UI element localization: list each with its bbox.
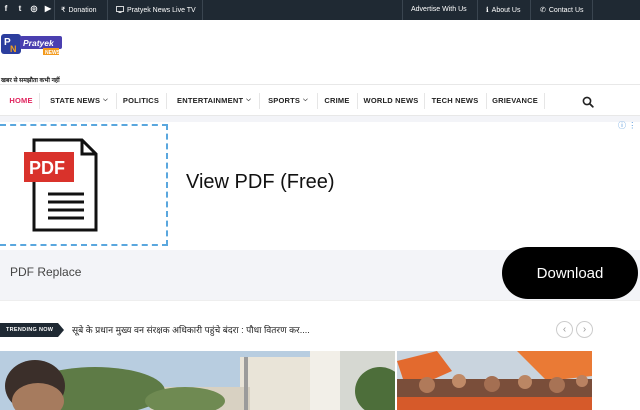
divider [107, 0, 108, 20]
divider [259, 93, 260, 109]
contact-link[interactable]: ✆ Contact Us [540, 6, 584, 15]
svg-text:N: N [10, 44, 17, 54]
pdf-file-icon: PDF [24, 138, 98, 232]
social-links: f t ◎ ▶ [2, 4, 52, 14]
contact-label: Contact Us [548, 6, 584, 14]
featured-photos [0, 350, 640, 410]
about-link[interactable]: ℹ About Us [486, 6, 521, 15]
phone-icon: ✆ [540, 7, 546, 14]
chevron-down-icon: ⌵ [103, 97, 108, 103]
rupee-icon: ₹ [61, 7, 66, 14]
nav-home[interactable]: HOME [8, 85, 34, 116]
instagram-icon[interactable]: ◎ [30, 4, 38, 14]
nav-politics-label: POLITICS [122, 96, 160, 105]
donation-label: Donation [68, 6, 97, 14]
nav-tech-news-label: TECH NEWS [431, 96, 479, 105]
divider [116, 93, 117, 109]
nav-politics[interactable]: POLITICS [123, 85, 159, 116]
divider [424, 93, 425, 109]
search-icon[interactable] [582, 95, 594, 108]
trending-badge: TRENDING NOW [0, 323, 64, 337]
site-logo[interactable]: P N Pratyek NEWS [1, 34, 73, 58]
divider [402, 0, 403, 20]
pdf-preview-box: PDF [0, 124, 168, 246]
header: P N Pratyek NEWS खबर से समझौता कभी नहीं [0, 20, 640, 84]
nav-home-label: HOME [9, 96, 33, 105]
live-tv-link[interactable]: Pratyek News Live TV [116, 6, 196, 15]
youtube-icon[interactable]: ▶ [44, 4, 52, 14]
nav-grievance[interactable]: GRIEVANCE [492, 85, 538, 116]
divider [357, 93, 358, 109]
divider [317, 93, 318, 109]
download-button[interactable]: Download [502, 247, 638, 299]
donation-link[interactable]: ₹ Donation [61, 6, 97, 15]
info-icon: ℹ [486, 7, 489, 14]
divider [166, 93, 167, 109]
divider [592, 0, 593, 20]
divider [530, 0, 531, 20]
nav-world-news[interactable]: WORLD NEWS [363, 85, 419, 116]
chevron-down-icon: ⌵ [303, 97, 308, 103]
nav-world-news-label: WORLD NEWS [363, 96, 419, 105]
trending-headline[interactable]: सूबे के प्रधान मुख्य वन संरक्षक अधिकारी … [72, 323, 310, 336]
main-nav: HOME STATE NEWS ⌵ POLITICS ENTERTAINMENT ⌵… [0, 84, 640, 116]
divider [477, 0, 478, 20]
ad-title: View PDF (Free) [186, 171, 335, 193]
top-bar: f t ◎ ▶ ₹ Donation Pratyek News Live TV … [0, 0, 640, 20]
featured-image-2[interactable] [397, 351, 592, 410]
nav-entertainment-label: ENTERTAINMENT [177, 96, 244, 105]
ad-bottom-text: PDF Replace [10, 265, 82, 279]
nav-sports-label: SPORTS [268, 96, 301, 105]
nav-state-news[interactable]: STATE NEWS ⌵ [49, 85, 109, 116]
nav-crime[interactable]: CRIME [324, 85, 350, 116]
divider [39, 93, 40, 109]
advertisement-banner[interactable]: PDF View PDF (Free) ⓘ ⋮ PDF Replace Down… [0, 116, 640, 300]
pdf-label: PDF [29, 158, 65, 178]
nav-entertainment[interactable]: ENTERTAINMENT ⌵ [175, 85, 253, 116]
featured-image-1[interactable] [0, 351, 395, 410]
twitter-icon[interactable]: t [16, 4, 24, 14]
nav-tech-news[interactable]: TECH NEWS [431, 85, 479, 116]
about-label: About Us [491, 6, 521, 14]
advertise-label: Advertise With Us [411, 6, 467, 13]
chevron-left-icon[interactable]: ‹ [556, 321, 573, 338]
tv-icon [116, 6, 124, 15]
nav-crime-label: CRIME [324, 96, 350, 105]
logo-text: Pratyek [23, 38, 55, 48]
facebook-icon[interactable]: f [2, 4, 10, 14]
ad-info-icon[interactable]: ⓘ ⋮ [618, 120, 636, 131]
logo-tagline: खबर से समझौता कभी नहीं [1, 78, 60, 84]
divider [544, 93, 545, 109]
trending-bar: TRENDING NOW सूबे के प्रधान मुख्य वन संर… [0, 300, 640, 350]
chevron-down-icon: ⌵ [246, 97, 251, 103]
live-tv-label: Pratyek News Live TV [127, 7, 196, 14]
divider [54, 0, 55, 20]
nav-state-news-label: STATE NEWS [50, 96, 101, 105]
nav-grievance-label: GRIEVANCE [492, 96, 538, 105]
chevron-right-icon[interactable]: › [576, 321, 593, 338]
divider [486, 93, 487, 109]
advertise-link[interactable]: Advertise With Us [411, 6, 467, 13]
logo-sub: NEWS [45, 50, 61, 56]
divider [202, 0, 203, 20]
nav-sports[interactable]: SPORTS ⌵ [266, 85, 310, 116]
